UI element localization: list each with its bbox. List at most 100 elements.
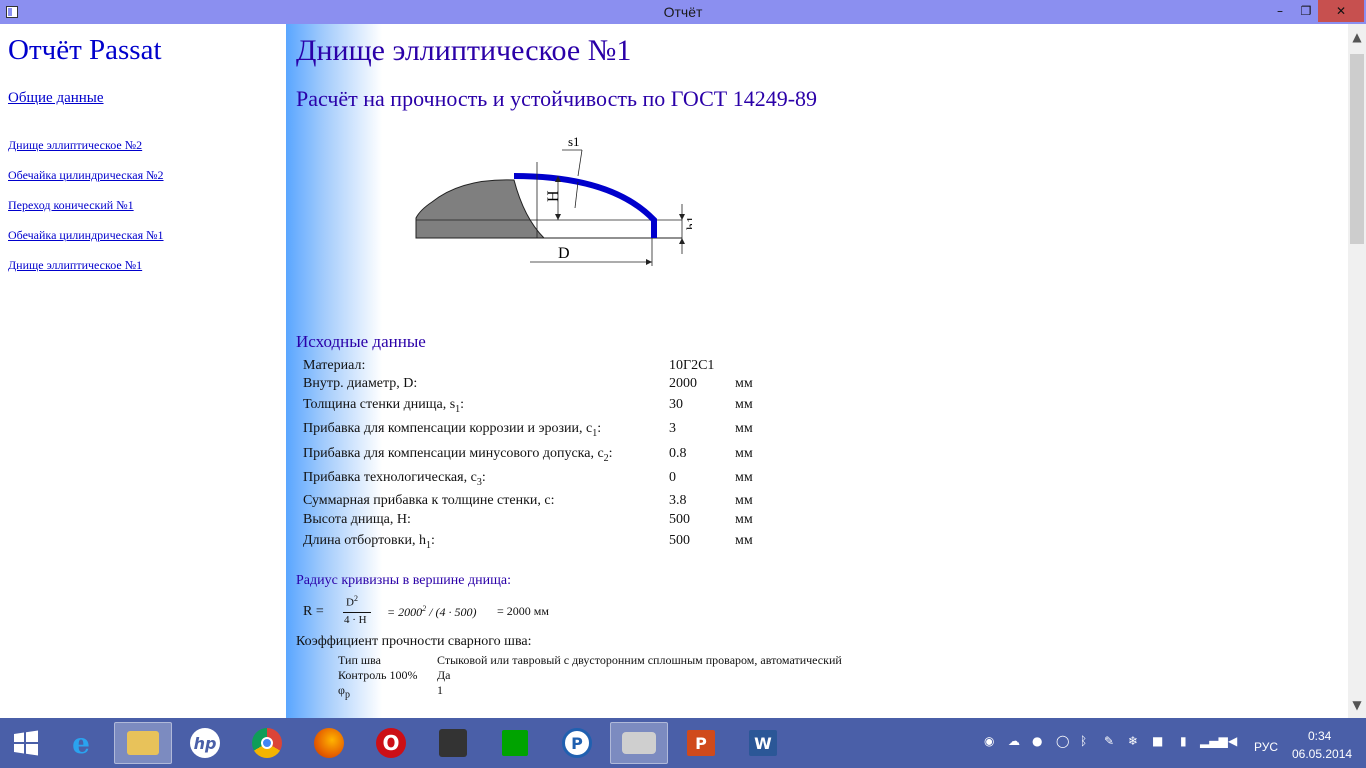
input-value: 0.8 — [669, 446, 687, 461]
language-indicator[interactable]: РУС — [1254, 740, 1278, 754]
input-value: 0 — [669, 470, 676, 485]
label-h1: h1 — [685, 216, 692, 230]
formula-lhs: R = — [303, 604, 324, 619]
hp-icon: hp — [190, 728, 220, 758]
taskbar-powerpoint[interactable]: P — [672, 722, 730, 764]
input-value: 500 — [669, 512, 690, 527]
input-label: Толщина стенки днища, s1: — [303, 397, 465, 415]
taskbar-ie[interactable]: e — [52, 722, 110, 764]
page-subtitle: Расчёт на прочность и устойчивость по ГО… — [296, 86, 818, 111]
input-label: Высота днища, H: — [303, 512, 411, 527]
opera-icon: O — [376, 728, 406, 758]
formula-numerator: D2 — [346, 594, 358, 609]
ie-icon: e — [72, 726, 90, 760]
input-value: 3.8 — [669, 493, 687, 508]
input-unit: мм — [735, 421, 753, 436]
tray-bluetooth-icon[interactable]: ᛒ — [1080, 734, 1087, 748]
start-button[interactable] — [0, 722, 52, 764]
input-value: 2000 — [669, 376, 697, 391]
tray-pen-icon[interactable]: ✎ — [1104, 734, 1114, 748]
page-title: Днище эллиптическое №1 — [296, 34, 632, 67]
vessel-icon — [622, 732, 656, 754]
nav-link-shell-1[interactable]: Обечайка цилиндрическая №1 — [8, 228, 164, 243]
store-icon — [502, 730, 528, 756]
tray-snowflake-icon[interactable]: ❄ — [1128, 734, 1138, 748]
tray-battery-icon[interactable]: ▮ — [1180, 734, 1187, 748]
tray-beats-icon[interactable]: ◯ — [1056, 734, 1069, 748]
tray-av-icon[interactable]: ■ — [1152, 734, 1163, 748]
word-icon: W — [749, 730, 777, 756]
input-unit: мм — [735, 446, 753, 461]
taskbar-explorer[interactable] — [114, 722, 172, 764]
input-unit: мм — [735, 512, 753, 527]
taskbar: e hp O P P W ◉ ☁ ● ◯ ᛒ ✎ ❄ ■ ▮ ▂▄▆ ◀ РУС… — [0, 718, 1366, 768]
taskbar-passat-vessel[interactable] — [610, 722, 668, 764]
tray-app-icon[interactable]: ● — [1032, 734, 1042, 748]
windows-logo-icon — [14, 730, 38, 756]
taskbar-media[interactable] — [424, 722, 482, 764]
firefox-icon — [314, 728, 344, 758]
general-data-link[interactable]: Общие данные — [8, 90, 104, 107]
input-label: Материал: — [303, 358, 366, 373]
input-label: Прибавка для компенсации коррозии и эроз… — [303, 421, 602, 439]
taskbar-chrome[interactable] — [238, 722, 296, 764]
chrome-icon — [252, 728, 282, 758]
powerpoint-icon: P — [687, 730, 715, 756]
tray-network-icon[interactable]: ◉ — [984, 734, 994, 748]
input-label: Длина отбортовки, h1: — [303, 533, 435, 551]
input-value: 3 — [669, 421, 676, 436]
folder-icon — [127, 731, 159, 755]
nav-link-ellipse-head-1[interactable]: Днище эллиптическое №1 — [8, 258, 142, 273]
scroll-down-arrow-icon[interactable]: ▼ — [1348, 696, 1366, 714]
report-content: Днище эллиптическое №1 Расчёт на прочнос… — [286, 24, 1348, 718]
input-unit: мм — [735, 376, 753, 391]
formula-result: = 2000 мм — [497, 604, 549, 618]
tray-signal-icon[interactable]: ▂▄▆ — [1200, 734, 1228, 748]
input-label: Внутр. диаметр, D: — [303, 376, 418, 391]
input-label: Прибавка для компенсации минусового допу… — [303, 446, 613, 464]
clock-time[interactable]: 0:34 — [1308, 729, 1331, 743]
input-value: 30 — [669, 397, 683, 412]
weld-key: φp — [338, 683, 350, 701]
nav-link-shell-2[interactable]: Обечайка цилиндрическая №2 — [8, 168, 164, 183]
sidebar-title: Отчёт Passat — [8, 34, 162, 66]
head-diagram: H s1 h1 D — [415, 134, 692, 266]
label-s1: s1 — [568, 134, 580, 149]
media-icon — [439, 729, 467, 757]
taskbar-hp[interactable]: hp — [176, 722, 234, 764]
minimize-button[interactable]: – — [1270, 0, 1290, 22]
taskbar-word[interactable]: W — [734, 722, 792, 764]
taskbar-firefox[interactable] — [300, 722, 358, 764]
scroll-up-arrow-icon[interactable]: ▲ — [1348, 28, 1366, 46]
weld-value: Стыковой или тавровый с двусторонним спл… — [437, 653, 842, 667]
input-value: 500 — [669, 533, 690, 548]
head-section-shape — [415, 179, 546, 239]
window-title: Отчёт — [663, 4, 703, 20]
label-D: D — [558, 245, 570, 262]
taskbar-store[interactable] — [486, 722, 544, 764]
input-value: 10Г2С1 — [669, 358, 715, 373]
taskbar-opera[interactable]: O — [362, 722, 420, 764]
weld-value: Да — [437, 668, 451, 682]
close-button[interactable]: ✕ — [1318, 0, 1364, 22]
tray-cloud-icon[interactable]: ☁ — [1008, 734, 1020, 748]
nav-link-ellipse-head-2[interactable]: Днище эллиптическое №2 — [8, 138, 142, 153]
weld-value: 1 — [437, 683, 443, 697]
input-unit: мм — [735, 397, 753, 412]
taskbar-passat[interactable]: P — [548, 722, 606, 764]
tray-volume-icon[interactable]: ◀ — [1228, 734, 1237, 748]
input-unit: мм — [735, 533, 753, 548]
maximize-button[interactable]: ❐ — [1296, 0, 1316, 22]
weld-key: Контроль 100% — [338, 668, 418, 682]
nav-link-cone-1[interactable]: Переход конический №1 — [8, 198, 134, 213]
formula-denominator: 4 · H — [344, 614, 367, 626]
label-H: H — [545, 190, 562, 202]
formula-expression: = 20002 / (4 · 500) — [387, 604, 477, 619]
clock-date[interactable]: 06.05.2014 — [1292, 747, 1352, 761]
input-unit: мм — [735, 493, 753, 508]
scroll-thumb[interactable] — [1350, 54, 1364, 244]
vertical-scrollbar[interactable]: ▲ ▼ — [1348, 24, 1366, 718]
window-titlebar[interactable]: Отчёт – ❐ ✕ — [0, 0, 1366, 24]
radius-formula: R = D2 4 · H = 20002 / (4 · 500) = 2000 … — [303, 594, 703, 634]
input-data-heading: Исходные данные — [296, 332, 426, 351]
